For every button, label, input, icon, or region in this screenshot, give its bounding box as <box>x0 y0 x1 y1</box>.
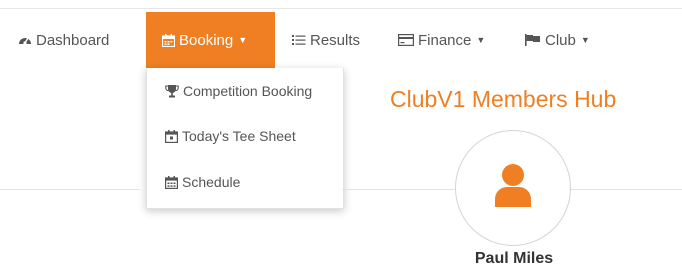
nav-club-label: Club <box>545 31 576 49</box>
left-divider <box>0 189 140 190</box>
tachometer-icon <box>18 34 32 46</box>
nav-results[interactable]: Results <box>292 12 360 68</box>
caret-down-icon: ▼ <box>580 35 590 45</box>
nav-dashboard[interactable]: Dashboard <box>18 12 109 68</box>
nav-booking[interactable]: Booking ▼ <box>146 12 275 68</box>
nav-finance-label: Finance <box>418 31 472 49</box>
calendar-icon <box>165 175 178 189</box>
menu-item-label: Schedule <box>182 174 241 190</box>
flag-icon <box>525 34 541 46</box>
avatar[interactable] <box>455 130 571 246</box>
nav-dashboard-label: Dashboard <box>36 31 110 49</box>
hub-title: ClubV1 Members Hub <box>390 86 617 112</box>
center-divider <box>342 189 455 190</box>
menu-item-todays-tee-sheet[interactable]: Today's Tee Sheet <box>165 123 296 149</box>
calendar-day-icon <box>165 129 178 143</box>
menu-item-schedule[interactable]: Schedule <box>165 169 240 195</box>
right-divider <box>571 189 682 190</box>
caret-down-icon: ▼ <box>238 35 248 45</box>
caret-down-icon: ▼ <box>476 35 486 45</box>
menu-item-label: Today's Tee Sheet <box>182 128 296 144</box>
nav-results-label: Results <box>310 31 361 49</box>
booking-dropdown-menu: Competition Booking Today's Tee Sheet Sc… <box>146 68 344 209</box>
main-navbar: Dashboard Booking ▼ Results Finance ▼ Cl… <box>0 12 682 68</box>
menu-item-competition-booking[interactable]: Competition Booking <box>165 78 312 104</box>
top-divider <box>0 8 682 9</box>
user-name: Paul Miles <box>474 250 554 267</box>
nav-booking-label: Booking <box>179 31 234 49</box>
nav-finance[interactable]: Finance ▼ <box>398 12 485 68</box>
list-icon <box>292 34 306 46</box>
nav-club[interactable]: Club ▼ <box>525 12 590 68</box>
credit-card-icon <box>398 34 414 46</box>
trophy-icon <box>165 84 179 98</box>
user-icon <box>493 163 533 214</box>
menu-item-label: Competition Booking <box>183 83 313 99</box>
calendar-icon <box>162 33 175 47</box>
